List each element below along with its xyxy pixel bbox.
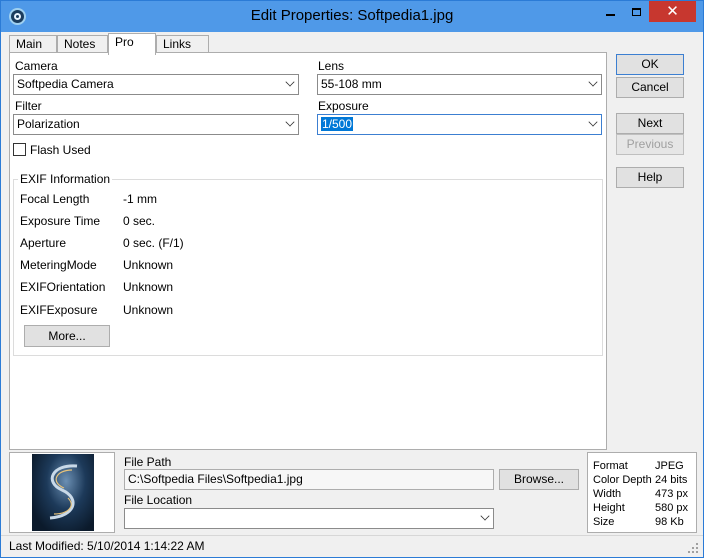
minimize-button[interactable] xyxy=(597,1,623,22)
info-key: Format xyxy=(593,460,628,472)
chevron-down-icon xyxy=(588,117,598,127)
lens-value: 55-108 mm xyxy=(321,77,382,91)
chevron-down-icon xyxy=(480,511,490,521)
file-path-value: C:\Softpedia Files\Softpedia1.jpg xyxy=(128,472,303,486)
filter-value: Polarization xyxy=(17,117,80,131)
info-key: Color Depth xyxy=(593,474,652,486)
edit-properties-dialog: Edit Properties: Softpedia1.jpg ✕ Main N… xyxy=(0,0,704,558)
help-button[interactable]: Help xyxy=(616,167,684,188)
camera-value: Softpedia Camera xyxy=(17,77,114,91)
lens-label: Lens xyxy=(318,59,345,73)
file-path-field[interactable]: C:\Softpedia Files\Softpedia1.jpg xyxy=(124,469,494,490)
cancel-button[interactable]: Cancel xyxy=(616,77,684,98)
info-key: Height xyxy=(593,502,625,514)
info-value: 580 px xyxy=(655,502,689,514)
exposure-dropdown[interactable]: 1/500 xyxy=(317,114,602,135)
filter-label: Filter xyxy=(15,99,42,113)
thumbnail-artwork xyxy=(49,464,78,520)
info-value: JPEG xyxy=(655,460,684,472)
exif-key-aperture: Aperture xyxy=(20,236,67,250)
exif-value-exposure-time: 0 sec. xyxy=(123,214,156,228)
minimize-icon xyxy=(605,13,615,16)
title-bar[interactable]: Edit Properties: Softpedia1.jpg ✕ xyxy=(1,1,703,32)
pro-tab-panel: Camera Softpedia Camera Lens 55-108 mm F… xyxy=(9,52,607,450)
next-button[interactable]: Next xyxy=(616,113,684,134)
exif-value-exposure: Unknown xyxy=(123,303,174,317)
flash-used-checkbox[interactable] xyxy=(13,143,26,156)
tab-pro[interactable]: Pro xyxy=(108,33,156,55)
filter-dropdown[interactable]: Polarization xyxy=(13,114,299,135)
file-path-label: File Path xyxy=(124,455,172,469)
exif-key-orientation: EXIFOrientation xyxy=(20,280,106,294)
chevron-down-icon xyxy=(285,77,295,87)
maximize-button[interactable] xyxy=(623,1,649,22)
file-location-label: File Location xyxy=(124,493,193,507)
exif-key-exposure: EXIFExposure xyxy=(20,303,98,317)
info-key: Size xyxy=(593,516,615,528)
exif-value-aperture: 0 sec. (F/1) xyxy=(123,236,184,250)
flash-used-label[interactable]: Flash Used xyxy=(30,143,91,157)
close-icon: ✕ xyxy=(666,3,679,20)
exif-key-exposure-time: Exposure Time xyxy=(20,214,101,228)
exif-value-orientation: Unknown xyxy=(123,280,174,294)
last-modified-status: Last Modified: 5/10/2014 1:14:22 AM xyxy=(9,539,205,553)
exif-key-metering-mode: MeteringMode xyxy=(20,258,97,272)
exposure-value: 1/500 xyxy=(321,117,354,131)
exposure-label: Exposure xyxy=(318,99,369,113)
image-thumbnail xyxy=(32,454,94,531)
ok-button[interactable]: OK xyxy=(616,54,684,75)
image-info-panel: Format JPEG Color Depth 24 bits Width 47… xyxy=(587,452,697,533)
info-value: 24 bits xyxy=(655,474,688,486)
exif-group-title: EXIF Information xyxy=(18,172,113,186)
info-value: 473 px xyxy=(655,488,689,500)
lens-dropdown[interactable]: 55-108 mm xyxy=(317,74,602,95)
previous-button[interactable]: Previous xyxy=(616,134,684,155)
camera-dropdown[interactable]: Softpedia Camera xyxy=(13,74,299,95)
more-button[interactable]: More... xyxy=(24,325,110,347)
info-value: 98 Kb xyxy=(655,516,684,528)
browse-button[interactable]: Browse... xyxy=(499,469,579,490)
exif-key-focal-length: Focal Length xyxy=(20,192,90,206)
exif-value-focal-length: -1 mm xyxy=(123,192,157,206)
camera-label: Camera xyxy=(15,59,58,73)
exif-value-metering-mode: Unknown xyxy=(123,258,174,272)
resize-grip-icon[interactable] xyxy=(687,542,699,554)
chevron-down-icon xyxy=(588,77,598,87)
status-bar: Last Modified: 5/10/2014 1:14:22 AM xyxy=(1,535,703,557)
info-key: Width xyxy=(593,488,622,500)
close-button[interactable]: ✕ xyxy=(649,1,696,22)
thumbnail-frame xyxy=(9,452,115,533)
file-location-dropdown[interactable] xyxy=(124,508,494,529)
maximize-icon xyxy=(631,7,641,16)
chevron-down-icon xyxy=(285,117,295,127)
